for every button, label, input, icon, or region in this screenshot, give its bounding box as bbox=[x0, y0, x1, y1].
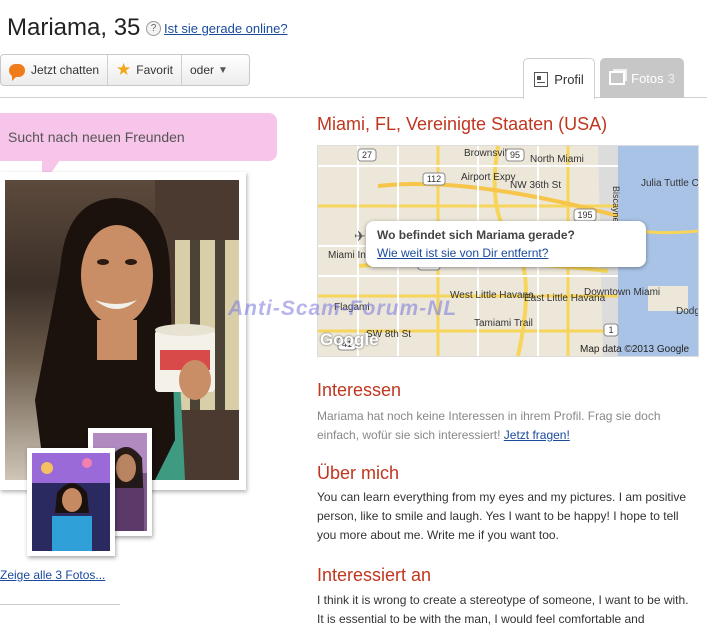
road-shield: 195 bbox=[577, 210, 592, 220]
tab-profil-label: Profil bbox=[554, 71, 584, 87]
map-popup-question: Wo befindet sich Mariama gerade? bbox=[377, 228, 575, 242]
map-label: Downtown Miami bbox=[584, 287, 660, 298]
chat-button-label: Jetzt chatten bbox=[31, 63, 100, 77]
show-all-photos-link[interactable]: Zeige alle 3 Fotos... bbox=[0, 568, 105, 582]
map-label: Dodg Islan bbox=[676, 306, 698, 317]
favorite-button-label: Favorit bbox=[136, 63, 173, 77]
photos-icon bbox=[609, 71, 626, 85]
chat-button[interactable]: Jetzt chatten bbox=[1, 55, 109, 85]
divider bbox=[0, 604, 120, 605]
action-bar: Jetzt chatten ★ Favorit oder ▼ bbox=[0, 54, 250, 86]
ask-now-link[interactable]: Jetzt fragen! bbox=[504, 428, 570, 442]
road-shield: 27 bbox=[362, 150, 372, 160]
chat-bubble-icon bbox=[9, 63, 25, 81]
star-icon: ★ bbox=[116, 60, 132, 79]
favorite-button[interactable]: ★ Favorit bbox=[108, 55, 182, 85]
map-credit: Map data ©2013 Google bbox=[580, 344, 690, 355]
google-logo: Google bbox=[320, 330, 379, 349]
interessen-text: Mariama hat noch keine Interessen in ihr… bbox=[317, 407, 697, 445]
interessen-heading: Interessen bbox=[317, 380, 402, 400]
tab-fotos-label: Fotos bbox=[631, 70, 664, 86]
tab-fotos[interactable]: Fotos 3 bbox=[600, 58, 684, 98]
thumbnail-photo[interactable] bbox=[27, 448, 115, 556]
more-dropdown-label: oder bbox=[189, 63, 215, 77]
help-icon[interactable]: ? bbox=[146, 21, 161, 36]
location-heading: Miami, FL, Vereinigte Staaten (USA) bbox=[317, 114, 608, 134]
interessiert-an-heading: Interessiert an bbox=[317, 565, 432, 585]
tab-fotos-count: 3 bbox=[667, 70, 675, 86]
road-shield: 112 bbox=[427, 174, 441, 184]
map-label: Tamiami Trail bbox=[474, 318, 533, 329]
map-label: Airport Expy bbox=[461, 172, 515, 183]
chevron-down-icon: ▼ bbox=[218, 64, 228, 76]
interessen-body: Mariama hat noch keine Interessen in ihr… bbox=[317, 409, 661, 442]
map-label: Julia Tuttle Ca bbox=[641, 178, 698, 189]
road-shield: 1 bbox=[608, 325, 613, 335]
airport-icon: ✈ bbox=[354, 228, 366, 244]
road-shield: 95 bbox=[510, 150, 520, 160]
ueber-mich-text: You can learn everything from my eyes an… bbox=[317, 490, 687, 542]
more-dropdown[interactable]: oder ▼ bbox=[182, 55, 236, 85]
distance-link[interactable]: Wie weit ist sie von Dir entfernt? bbox=[377, 246, 548, 260]
map-label: North Miami bbox=[530, 154, 584, 165]
map-label: NW 36th St bbox=[510, 180, 561, 191]
watermark: Anti-Scam-Forum-NL bbox=[228, 297, 458, 320]
profile-card-icon bbox=[534, 71, 549, 87]
ueber-mich-heading: Über mich bbox=[317, 463, 400, 483]
interessiert-an-text: I think it is wrong to create a stereoty… bbox=[317, 593, 689, 626]
online-status-link[interactable]: Ist sie gerade online? bbox=[164, 21, 288, 36]
map-label: West Little Havana bbox=[450, 290, 534, 301]
profile-name-age: Mariama, 35 bbox=[7, 14, 141, 41]
status-bubble: Sucht nach neuen Freunden bbox=[0, 113, 277, 161]
tab-profil[interactable]: Profil bbox=[523, 58, 595, 99]
map-label: Biscayne bbox=[611, 186, 621, 223]
